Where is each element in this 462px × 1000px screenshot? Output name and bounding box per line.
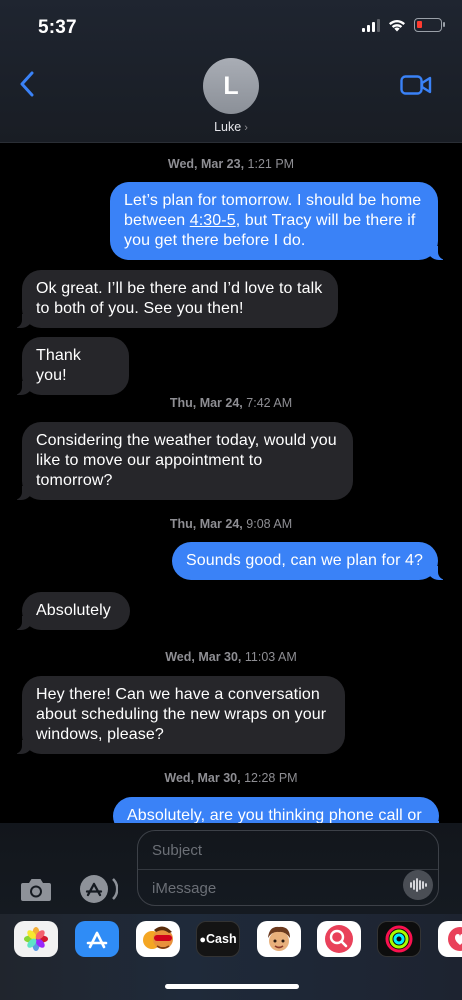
outgoing-message[interactable]: Let’s plan for tomorrow. I should be hom…	[110, 182, 448, 260]
app-images-search[interactable]	[317, 921, 361, 957]
waveform-icon	[410, 878, 427, 892]
app-apple-cash[interactable]: ●Cash	[196, 921, 240, 957]
app-store-icon	[80, 875, 119, 903]
status-time: 5:37	[38, 17, 77, 38]
time-link[interactable]: 4:30-5	[190, 212, 236, 229]
images-search-icon	[325, 925, 353, 953]
camera-icon	[21, 879, 51, 901]
conversation-header: 5:37 L Luke ›	[0, 0, 462, 143]
incoming-message[interactable]: Ok great. I’ll be there and I’d love to …	[12, 270, 338, 328]
timestamp: Wed, Mar 30, 11:03 AM	[165, 650, 297, 664]
status-icons	[362, 18, 445, 32]
message-thread[interactable]: Wed, Mar 23, 1:21 PM Let’s plan for tomo…	[0, 143, 462, 823]
camera-button[interactable]	[20, 876, 52, 902]
digital-touch-icon	[448, 927, 462, 951]
cellular-signal-icon	[362, 18, 380, 32]
app-memoji-stickers[interactable]	[136, 921, 180, 957]
video-camera-icon	[400, 75, 432, 95]
timestamp: Thu, Mar 24, 9:08 AM	[169, 517, 293, 531]
home-indicator[interactable]	[165, 984, 299, 989]
memoji-stickers-icon	[143, 926, 173, 949]
avatar[interactable]: L	[203, 58, 259, 114]
incoming-message[interactable]: Thank you!	[12, 337, 129, 395]
timestamp: Thu, Mar 24, 7:42 AM	[169, 396, 293, 410]
incoming-message[interactable]: Considering the weather today, would you…	[12, 422, 353, 500]
audio-message-button[interactable]	[403, 870, 433, 900]
app-digital-touch[interactable]	[438, 921, 462, 957]
photos-icon	[24, 927, 48, 951]
timestamp: Wed, Mar 23, 1:21 PM	[167, 157, 295, 171]
apple-cash-icon: ●Cash	[199, 932, 237, 946]
chevron-right-icon: ›	[244, 122, 248, 134]
timestamp: Wed, Mar 30, 12:28 PM	[164, 771, 298, 785]
compose-bar: Subject iMessage	[0, 823, 462, 914]
contact-name-button[interactable]: Luke ›	[0, 120, 462, 134]
imessage-field[interactable]: iMessage	[152, 880, 216, 897]
battery-icon	[414, 18, 445, 32]
subject-field[interactable]: Subject	[152, 842, 202, 859]
chevron-left-icon	[20, 71, 34, 97]
outgoing-message[interactable]: Absolutely, are you thinking phone call …	[113, 797, 449, 823]
outgoing-message[interactable]: Sounds good, can we plan for 4?	[172, 542, 448, 580]
incoming-message[interactable]: Hey there! Can we have a conversation ab…	[12, 676, 345, 754]
message-input-box[interactable]: Subject iMessage	[137, 830, 439, 906]
app-photos[interactable]	[14, 921, 58, 957]
app-app-store[interactable]	[75, 921, 119, 957]
app-activity[interactable]	[377, 921, 421, 957]
facetime-video-button[interactable]	[400, 74, 432, 96]
app-store-drawer-button[interactable]	[78, 874, 119, 904]
contact-name: Luke	[214, 120, 242, 134]
app-store-icon	[86, 931, 108, 949]
wifi-icon	[389, 20, 405, 32]
app-animoji[interactable]	[257, 921, 301, 957]
input-divider	[138, 869, 438, 870]
animoji-icon	[268, 926, 290, 951]
incoming-message[interactable]: Absolutely	[12, 592, 130, 630]
activity-icon	[385, 925, 413, 953]
back-button[interactable]	[14, 68, 40, 100]
